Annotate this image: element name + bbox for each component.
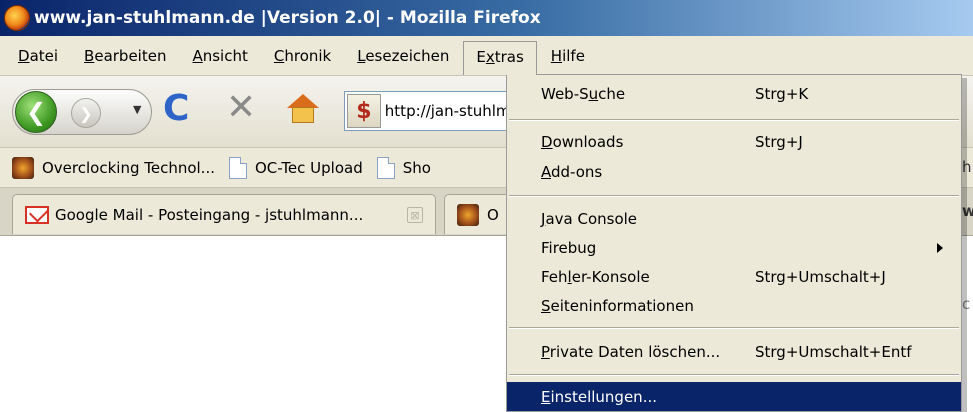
stop-button[interactable]: ✕ bbox=[226, 90, 256, 126]
firefox-logo-icon bbox=[4, 5, 30, 31]
tab-label: O bbox=[487, 205, 499, 224]
back-button[interactable]: ❮ bbox=[15, 91, 57, 133]
menu-item-java-console[interactable]: Java Console bbox=[507, 204, 961, 234]
bookmark-item[interactable]: Sho bbox=[376, 156, 431, 179]
menu-item-private-daten-loeschen[interactable]: Private Daten löschen... Strg+Umschalt+E… bbox=[507, 337, 961, 367]
url-bar[interactable]: $ http://jan-stuhlmann.de/ bbox=[344, 91, 524, 131]
url-text[interactable]: http://jan-stuhlmann.de/ bbox=[385, 102, 523, 120]
menu-separator bbox=[509, 195, 959, 197]
shortcut-label: Strg+K bbox=[755, 85, 809, 103]
forward-button[interactable]: ❯ bbox=[71, 98, 101, 128]
submenu-arrow-icon bbox=[937, 243, 943, 253]
menu-separator bbox=[509, 119, 959, 121]
menu-item-downloads[interactable]: Downloads Strg+J bbox=[507, 127, 961, 157]
menu-bearbeiten[interactable]: Bearbeiten bbox=[72, 41, 178, 71]
bookmark-item[interactable]: OC-Tec Upload bbox=[229, 156, 363, 179]
menu-separator bbox=[509, 327, 959, 329]
bookmark-label: Sho bbox=[402, 158, 431, 177]
back-arrow-icon: ❮ bbox=[25, 98, 47, 126]
menu-chronik[interactable]: Chronik bbox=[262, 41, 343, 71]
menu-bar: Datei Bearbeiten Ansicht Chronik Lesezei… bbox=[0, 36, 973, 76]
bookmark-label: Overclocking Technol... bbox=[42, 158, 215, 177]
bookmark-label: OC-Tec Upload bbox=[255, 158, 363, 177]
menu-datei[interactable]: Datei bbox=[6, 41, 70, 71]
shortcut-label: Strg+J bbox=[755, 133, 803, 151]
site-favicon-icon: $ bbox=[347, 94, 381, 128]
menu-item-fehler-konsole[interactable]: Fehler-Konsole Strg+Umschalt+J bbox=[507, 262, 961, 292]
tab-google-mail[interactable]: Google Mail - Posteingang - jstuhlmann..… bbox=[12, 194, 436, 234]
back-forward-group: ❮ ❯ ▼ bbox=[12, 89, 152, 135]
history-dropdown-icon[interactable]: ▼ bbox=[133, 103, 141, 116]
menu-ansicht[interactable]: Ansicht bbox=[180, 41, 259, 71]
extras-menu: Web-Suche Strg+K Downloads Strg+J Add-on… bbox=[506, 74, 962, 412]
window-title: www.jan-stuhlmann.de |Version 2.0| - Moz… bbox=[34, 8, 541, 28]
close-tab-icon[interactable]: ⊠ bbox=[407, 207, 423, 223]
shortcut-label: Strg+Umschalt+Entf bbox=[755, 343, 912, 361]
window-title-bar: www.jan-stuhlmann.de |Version 2.0| - Moz… bbox=[0, 0, 973, 36]
menu-item-firebug[interactable]: Firebug bbox=[507, 233, 961, 263]
gmail-icon bbox=[25, 205, 49, 224]
overclocking-favicon-icon bbox=[457, 203, 479, 226]
menu-extras[interactable]: Extras bbox=[463, 40, 537, 75]
tab-label: Google Mail - Posteingang - jstuhlmann..… bbox=[55, 205, 364, 224]
home-button[interactable] bbox=[286, 94, 320, 126]
shortcut-label: Strg+Umschalt+J bbox=[755, 268, 886, 286]
reload-button[interactable]: C bbox=[163, 91, 189, 127]
menu-item-einstellungen[interactable]: Einstellungen... bbox=[507, 382, 961, 411]
page-icon bbox=[376, 156, 395, 179]
menu-item-add-ons[interactable]: Add-ons bbox=[507, 157, 961, 187]
menu-hilfe[interactable]: Hilfe bbox=[539, 41, 597, 71]
bookmark-item[interactable]: Overclocking Technol... bbox=[12, 156, 215, 179]
page-icon bbox=[229, 156, 247, 179]
home-icon bbox=[287, 94, 319, 108]
menu-item-web-suche[interactable]: Web-Suche Strg+K bbox=[507, 79, 961, 109]
overclocking-favicon-icon bbox=[12, 156, 34, 179]
menu-separator bbox=[509, 374, 959, 376]
menu-item-seiteninformationen[interactable]: Seiteninformationen bbox=[507, 291, 961, 321]
forward-arrow-icon: ❯ bbox=[79, 103, 93, 123]
menu-lesezeichen[interactable]: Lesezeichen bbox=[345, 41, 461, 71]
